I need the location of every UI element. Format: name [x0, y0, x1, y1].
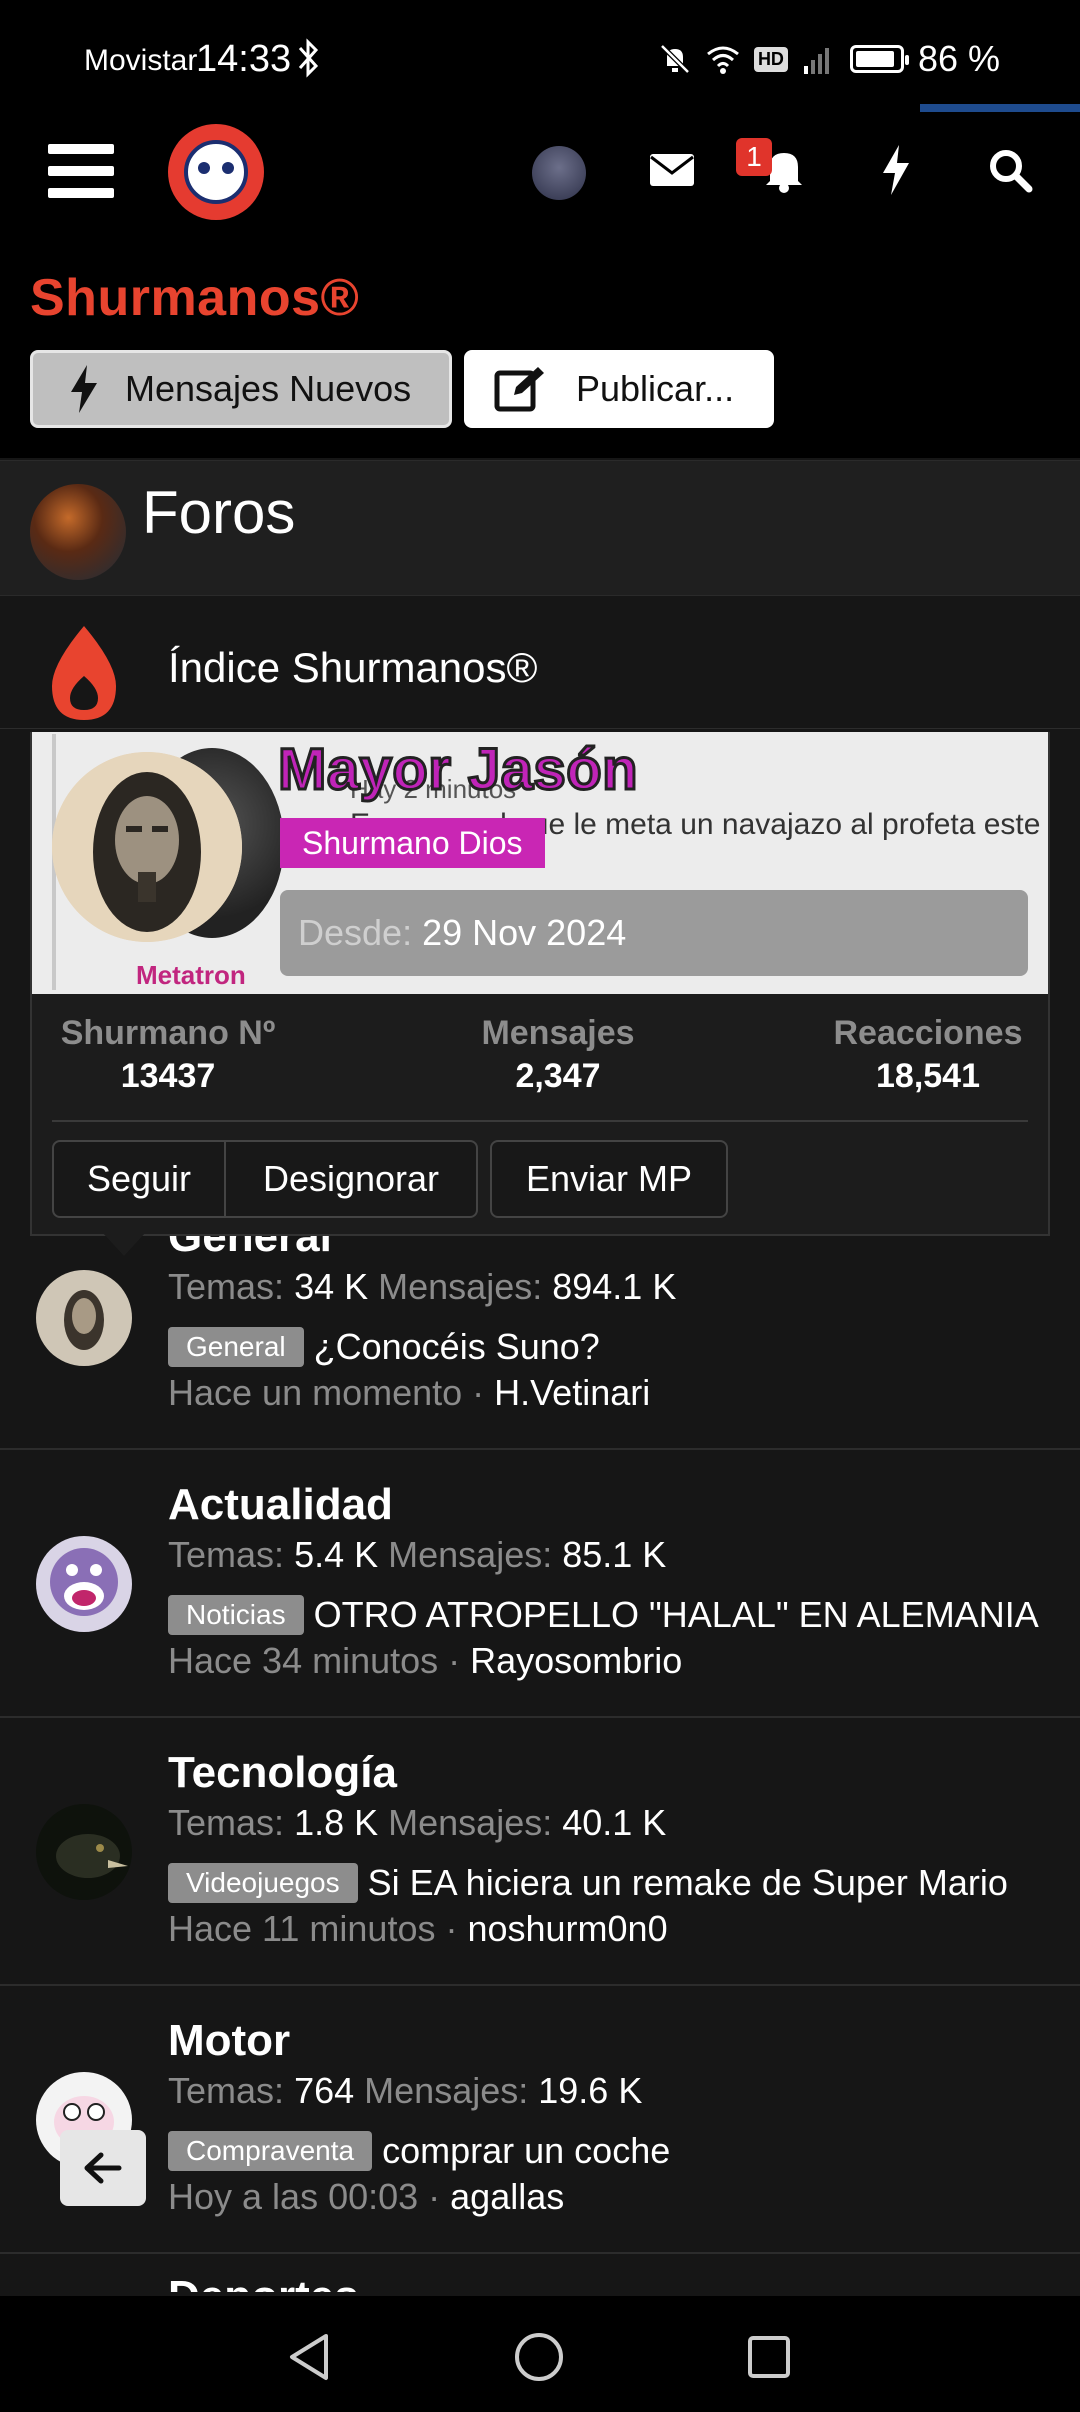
member-since-label: Desde: [298, 912, 413, 953]
thread-prefix-tag[interactable]: Videojuegos [168, 1863, 358, 1903]
member-avatar[interactable] [52, 752, 242, 942]
flame-icon [52, 626, 116, 720]
member-role-badge: Shurmano Dios [280, 818, 545, 868]
publish-label: Publicar... [576, 368, 735, 409]
latest-meta-tecnologia: Hace 11 minutos · noshurm0n0 [168, 1908, 668, 1949]
member-since-value: 29 Nov 2024 [422, 912, 627, 953]
site-title[interactable]: Shurmanos® [30, 268, 359, 328]
forum-stats-tecnologia: Temas: 1.8 K Mensajes: 40.1 K [168, 1802, 667, 1843]
battery-icon [849, 45, 909, 73]
new-posts-button[interactable]: Mensajes Nuevos [30, 350, 452, 428]
forum-stats-general: Temas: 34 K Mensajes: 894.1 K [168, 1266, 677, 1307]
section-title: Foros [142, 479, 296, 546]
divider [0, 2252, 1080, 2254]
send-message-button[interactable]: Enviar MP [490, 1140, 728, 1218]
latest-thread-title[interactable]: ¿Conocéis Suno? [314, 1326, 600, 1368]
forum-title-actualidad[interactable]: Actualidad [168, 1480, 393, 1530]
notification-badge: 1 [736, 138, 772, 176]
mute-bell-icon [660, 44, 690, 74]
latest-user[interactable]: noshurm0n0 [467, 1908, 667, 1949]
stat-member-number: Shurmano Nº 13437 [60, 1014, 276, 1095]
carrier-label: Movistar [84, 44, 198, 77]
forum-stats-motor: Temas: 764 Mensajes: 19.6 K [168, 2070, 643, 2111]
status-bar: Movistar 14:33 HD 86 % [0, 0, 1080, 120]
thread-prefix-tag[interactable]: Compraventa [168, 2131, 373, 2171]
category-title[interactable]: Índice Shurmanos® [168, 644, 537, 692]
site-logo[interactable] [168, 124, 264, 220]
latest-meta-actualidad: Hace 34 minutos · Rayosombrio [168, 1640, 683, 1681]
search-icon[interactable] [980, 140, 1040, 200]
battery-label: 86 % [917, 38, 1000, 79]
member-since: Desde: 29 Nov 2024 [280, 890, 1028, 976]
latest-meta-general: Hace un momento · H.Vetinari [168, 1372, 651, 1413]
back-button[interactable] [60, 2130, 146, 2206]
latest-thread-title[interactable]: comprar un coche [382, 2130, 670, 2172]
new-posts-label: Mensajes Nuevos [125, 368, 412, 409]
unignore-button[interactable]: Designorar [226, 1140, 478, 1218]
stat-reactions: Reacciones 18,541 [833, 1014, 1023, 1095]
envelope-icon[interactable] [642, 140, 702, 200]
stat-messages: Mensajes 2,347 [481, 1014, 635, 1095]
latest-user[interactable]: agallas [450, 2176, 564, 2217]
hd-badge: HD [753, 46, 788, 72]
latest-thread-general[interactable]: General ¿Conocéis Suno? [168, 1326, 600, 1368]
menu-icon[interactable] [48, 144, 114, 200]
latest-thread-tecnologia[interactable]: Videojuegos Si EA hiciera un remake de S… [168, 1862, 1008, 1904]
latest-meta-motor: Hoy a las 00:03 · agallas [168, 2176, 565, 2217]
divider [0, 1984, 1080, 1986]
loading-bar [920, 104, 1080, 112]
category-row[interactable] [0, 596, 1080, 729]
follow-button[interactable]: Seguir [52, 1140, 226, 1218]
divider [0, 1716, 1080, 1718]
section-image [30, 484, 126, 580]
member-actions: Seguir Designorar Enviar MP [52, 1140, 728, 1218]
forum-avatar-general[interactable] [36, 1270, 132, 1366]
member-username[interactable]: Mayor Jasón [276, 736, 639, 804]
publish-button[interactable]: Publicar... [464, 350, 774, 428]
latest-thread-title[interactable]: Si EA hiciera un remake de Super Mario [368, 1862, 1008, 1904]
latest-user[interactable]: Rayosombrio [470, 1640, 682, 1681]
latest-user[interactable]: H.Vetinari [494, 1372, 650, 1413]
lightning-icon[interactable] [866, 140, 926, 200]
arrow-left-icon [84, 2152, 122, 2184]
forum-title-motor[interactable]: Motor [168, 2016, 290, 2066]
latest-thread-motor[interactable]: Compraventa comprar un coche [168, 2130, 670, 2172]
clock: 14:33 [196, 38, 292, 80]
divider [0, 1448, 1080, 1450]
latest-thread-actualidad[interactable]: Noticias OTRO ATROPELLO "HALAL" EN ALEMA… [168, 1594, 1039, 1636]
forum-title-tecnologia[interactable]: Tecnología [168, 1748, 397, 1798]
avatar-caption: Metatron [136, 960, 246, 990]
recents-nav-icon[interactable] [742, 2330, 796, 2384]
user-avatar[interactable] [532, 146, 586, 200]
signal-icon [803, 48, 829, 74]
forum-title-partial[interactable]: Deportes [168, 2272, 359, 2292]
latest-thread-title[interactable]: OTRO ATROPELLO "HALAL" EN ALEMANIA [314, 1594, 1039, 1636]
thread-prefix-tag[interactable]: General [168, 1327, 304, 1367]
forum-avatar-tecnologia[interactable] [36, 1804, 132, 1900]
forum-stats-actualidad: Temas: 5.4 K Mensajes: 85.1 K [168, 1534, 667, 1575]
back-nav-icon[interactable] [282, 2330, 336, 2384]
edit-icon [494, 367, 544, 412]
lightning-icon [71, 365, 97, 413]
forum-avatar-actualidad[interactable] [36, 1536, 132, 1632]
thread-prefix-tag[interactable]: Noticias [168, 1595, 304, 1635]
divider [52, 1120, 1028, 1122]
bluetooth-icon [298, 38, 319, 78]
tooltip-arrow [102, 1232, 146, 1256]
wifi-icon [707, 46, 739, 74]
home-nav-icon[interactable] [512, 2330, 566, 2384]
